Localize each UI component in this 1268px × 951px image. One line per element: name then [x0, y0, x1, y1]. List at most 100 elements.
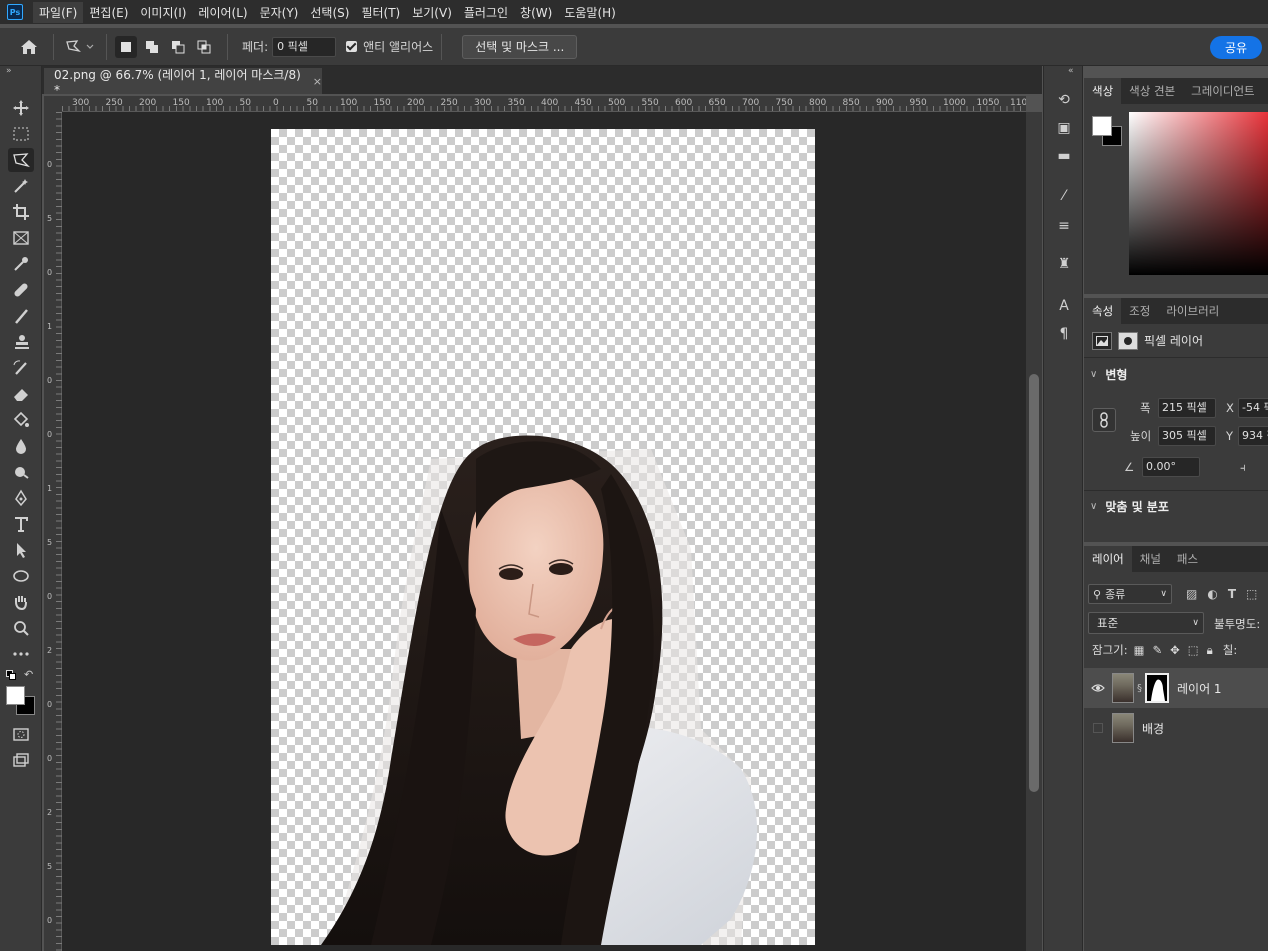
- filter-adjustment-icon[interactable]: ◐: [1207, 587, 1217, 601]
- magic-wand-tool[interactable]: [8, 174, 34, 198]
- antialias-checkbox[interactable]: [346, 41, 358, 52]
- plugins-panel-icon[interactable]: ▣: [1054, 118, 1074, 138]
- select-and-mask-button[interactable]: 선택 및 마스크 ...: [462, 34, 578, 59]
- tab-adjustments[interactable]: 조정: [1121, 298, 1158, 324]
- paint-bucket-tool[interactable]: [8, 408, 34, 432]
- pen-tool[interactable]: [8, 486, 34, 510]
- lock-transparency-icon[interactable]: ▦: [1134, 643, 1145, 657]
- hand-tool[interactable]: [8, 590, 34, 614]
- menu-layer[interactable]: 레이어(L): [192, 2, 253, 23]
- clone-source-icon[interactable]: ♜: [1054, 254, 1074, 274]
- tab-gradients[interactable]: 그레이디언트: [1183, 78, 1262, 104]
- home-button[interactable]: [13, 34, 45, 60]
- x-input[interactable]: -54 픽: [1238, 398, 1268, 418]
- visibility-toggle[interactable]: [1084, 683, 1112, 693]
- layer-mask-icon[interactable]: [1118, 331, 1138, 350]
- lock-all-icon[interactable]: 🔒︎: [1207, 643, 1213, 658]
- color-picker-field[interactable]: [1129, 112, 1268, 275]
- height-input[interactable]: 305 픽셀: [1158, 426, 1216, 446]
- document-tab[interactable]: 02.png @ 66.7% (레이어 1, 레이어 마스크/8) * ×: [44, 68, 322, 97]
- filter-pixel-icon[interactable]: ▨: [1186, 587, 1197, 601]
- tab-libraries[interactable]: 라이브러리: [1158, 298, 1227, 324]
- type-tool[interactable]: [8, 512, 34, 536]
- flip-horizontal-icon[interactable]: ⫞: [1240, 460, 1246, 475]
- transform-section-header[interactable]: ∨ 변형: [1084, 360, 1268, 388]
- zoom-tool[interactable]: [8, 616, 34, 640]
- close-icon[interactable]: ×: [313, 75, 322, 88]
- new-selection-button[interactable]: [115, 35, 137, 58]
- lock-pixels-icon[interactable]: ✎: [1153, 643, 1163, 657]
- frame-tool[interactable]: [8, 226, 34, 250]
- filter-type-icon[interactable]: T: [1228, 587, 1236, 601]
- swap-colors-icon[interactable]: ↶: [24, 668, 33, 681]
- link-dimensions-button[interactable]: [1092, 408, 1116, 432]
- mask-link-icon[interactable]: §: [1137, 683, 1142, 694]
- filter-shape-icon[interactable]: ⬚: [1246, 587, 1257, 601]
- history-brush-tool[interactable]: [8, 356, 34, 380]
- menu-help[interactable]: 도움말(H): [558, 2, 622, 23]
- character-panel-icon[interactable]: A: [1054, 296, 1074, 316]
- visibility-toggle[interactable]: [1084, 723, 1112, 733]
- path-selection-tool[interactable]: [8, 538, 34, 562]
- screen-mode-button[interactable]: [8, 748, 34, 772]
- angle-input[interactable]: 0.00°: [1142, 457, 1200, 477]
- document-canvas[interactable]: [271, 129, 815, 945]
- subtract-selection-button[interactable]: [167, 36, 189, 58]
- blend-mode-select[interactable]: 표준 ∨: [1088, 612, 1204, 634]
- crop-tool[interactable]: [8, 200, 34, 224]
- lock-artboard-icon[interactable]: ⬚: [1188, 643, 1199, 657]
- scrollbar-thumb[interactable]: [1029, 374, 1039, 792]
- brush-settings-icon[interactable]: ≡: [1054, 216, 1074, 236]
- y-input[interactable]: 934 픽: [1238, 426, 1268, 446]
- canvas-vertical-scrollbar[interactable]: [1026, 112, 1042, 951]
- tab-paths[interactable]: 패스: [1169, 546, 1206, 572]
- eyedropper-tool[interactable]: [8, 252, 34, 276]
- collapse-panels-icon[interactable]: «: [1068, 66, 1074, 76]
- healing-brush-tool[interactable]: [8, 278, 34, 302]
- menu-type[interactable]: 문자(Y): [254, 2, 305, 23]
- eraser-tool[interactable]: [8, 382, 34, 406]
- lock-position-icon[interactable]: ✥: [1170, 643, 1180, 657]
- layer-row[interactable]: § 레이어 1: [1084, 668, 1268, 708]
- comments-panel-icon[interactable]: ▬: [1054, 146, 1074, 166]
- ellipse-tool[interactable]: [8, 564, 34, 588]
- collapse-toolbar-icon[interactable]: »: [6, 66, 12, 76]
- menu-window[interactable]: 창(W): [514, 2, 558, 23]
- menu-view[interactable]: 보기(V): [406, 2, 458, 23]
- tab-properties[interactable]: 속성: [1084, 298, 1122, 324]
- brush-tool[interactable]: [8, 304, 34, 328]
- clone-stamp-tool[interactable]: [8, 330, 34, 354]
- layer-mask-thumbnail[interactable]: [1145, 673, 1169, 703]
- panel-foreground-swatch[interactable]: [1092, 116, 1112, 136]
- menu-image[interactable]: 이미지(I): [134, 2, 192, 23]
- default-colors-icon[interactable]: [6, 670, 16, 680]
- width-input[interactable]: 215 픽셀: [1158, 398, 1216, 418]
- tab-layers[interactable]: 레이어: [1084, 546, 1132, 572]
- intersect-selection-button[interactable]: [193, 36, 215, 58]
- share-button[interactable]: 공유: [1210, 36, 1262, 59]
- quick-mask-button[interactable]: [8, 722, 34, 746]
- tab-channels[interactable]: 채널: [1132, 546, 1169, 572]
- brushes-panel-icon[interactable]: ⁄: [1054, 186, 1074, 206]
- marquee-tool[interactable]: [8, 122, 34, 146]
- canvas-area[interactable]: [62, 112, 1026, 951]
- layer-row[interactable]: 배경: [1084, 708, 1268, 748]
- layer-kind-filter[interactable]: ⚲ 종류 ∨: [1088, 584, 1172, 604]
- more-tools[interactable]: [8, 642, 34, 666]
- foreground-color-swatch[interactable]: [6, 686, 25, 705]
- pixel-layer-icon[interactable]: [1092, 331, 1112, 350]
- feather-input[interactable]: 0 픽셀: [272, 36, 337, 57]
- tab-color[interactable]: 색상: [1084, 78, 1122, 104]
- menu-filter[interactable]: 필터(T): [355, 2, 406, 23]
- menu-file[interactable]: 파일(F): [33, 1, 84, 23]
- align-section-header[interactable]: ∨ 맞춤 및 분포: [1084, 492, 1169, 520]
- menu-select[interactable]: 선택(S): [304, 2, 355, 23]
- tab-swatches[interactable]: 색상 견본: [1121, 78, 1183, 104]
- blur-tool[interactable]: [8, 434, 34, 458]
- menu-plugins[interactable]: 플러그인: [458, 2, 514, 23]
- polygonal-lasso-tool[interactable]: [8, 148, 34, 172]
- move-tool[interactable]: [8, 96, 34, 120]
- dodge-tool[interactable]: [8, 460, 34, 484]
- paragraph-panel-icon[interactable]: ¶: [1054, 324, 1074, 344]
- menu-edit[interactable]: 편집(E): [83, 2, 134, 23]
